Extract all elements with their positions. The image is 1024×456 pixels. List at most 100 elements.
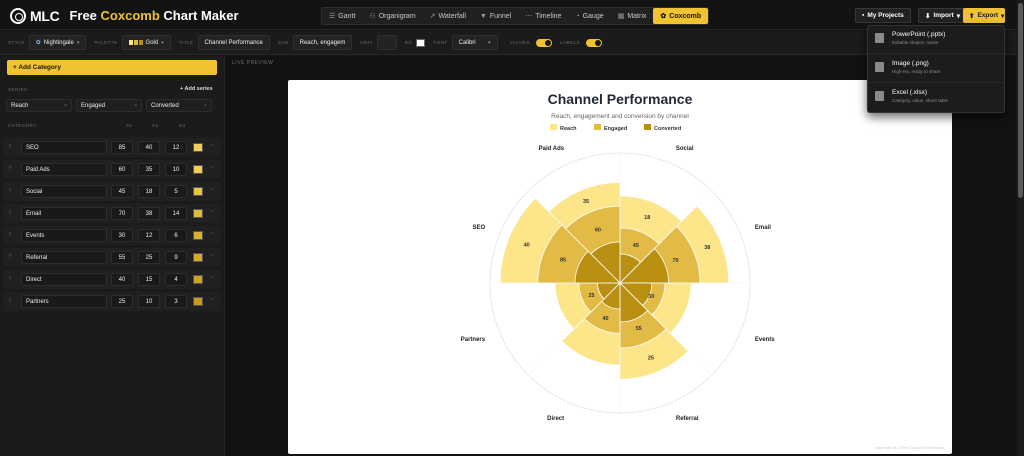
category-color-swatch[interactable] [193,253,203,262]
value-input-s3[interactable]: 5 [165,185,187,198]
subtitle-input[interactable]: Reach, engagem [292,35,353,50]
category-row[interactable]: ⠿ Social 45 18 5 × [3,182,221,201]
value-input-s1[interactable]: 55 [111,251,133,264]
delete-icon[interactable]: × [211,253,214,259]
remove-icon[interactable]: × [64,103,67,109]
palette-select[interactable]: Gold ▾ [121,35,171,50]
value-input-s2[interactable]: 15 [138,273,160,286]
series-input-engaged[interactable]: Engaged × [76,99,142,112]
delete-icon[interactable]: × [211,297,214,303]
category-row[interactable]: ⠿ Partners 25 10 3 × [3,292,221,311]
logo[interactable]: MLC Free Coxcomb Chart Maker [10,7,239,24]
tab-timeline[interactable]: ⋯ Timeline [518,8,568,24]
tab-gantt[interactable]: ☰ Gantt [322,8,362,24]
category-row[interactable]: ⠿ Referral 55 25 9 × [3,248,221,267]
labels-toggle[interactable] [586,38,603,47]
delete-icon[interactable]: × [211,209,214,215]
category-row[interactable]: ⠿ Paid Ads 60 35 10 × [3,160,221,179]
category-color-swatch[interactable] [193,297,203,306]
value-input-s1[interactable]: 85 [111,141,133,154]
category-row[interactable]: ⠿ SEO 85 40 12 × [3,138,221,157]
value-input-s3[interactable]: 10 [165,163,187,176]
drag-handle-icon[interactable]: ⠿ [8,144,12,150]
category-row[interactable]: ⠿ Email 70 38 14 × [3,204,221,223]
value-input-s2[interactable]: 40 [138,141,160,154]
delete-icon[interactable]: × [211,231,214,237]
category-name-input[interactable]: Referral [21,251,107,264]
category-color-swatch[interactable] [193,143,203,152]
tab-funnel[interactable]: ▼ Funnel [473,8,518,24]
export-button[interactable]: ⬆ Export ▾ [963,8,1005,23]
category-name-input[interactable]: Events [21,229,107,242]
value-input-s1[interactable]: 45 [111,185,133,198]
font-select[interactable]: Calibri ▾ [451,35,498,50]
series-input-converted[interactable]: Converted × [146,99,212,112]
drag-handle-icon[interactable]: ⠿ [8,254,12,260]
style-select[interactable]: ✿ Nightingale ▾ [28,35,87,50]
value-input-s1[interactable]: 70 [111,207,133,220]
export-png-item[interactable]: Image (.png) High-res, ready to share [868,55,1004,83]
category-color-swatch[interactable] [193,275,203,284]
remove-icon[interactable]: × [134,103,137,109]
drag-handle-icon[interactable]: ⠿ [8,166,12,172]
add-category-button[interactable]: + Add Category [7,60,217,75]
value-input-s3[interactable]: 12 [165,141,187,154]
bg-color-picker[interactable] [416,38,426,47]
category-name-input[interactable]: Partners [21,295,107,308]
scrollbar-thumb[interactable] [1018,3,1023,198]
delete-icon[interactable]: × [211,187,214,193]
category-color-swatch[interactable] [193,209,203,218]
drag-handle-icon[interactable]: ⠿ [8,276,12,282]
tab-matrix[interactable]: ▦ Matrix [611,8,654,24]
value-input-s3[interactable]: 4 [165,273,187,286]
page-scrollbar[interactable] [1017,0,1024,456]
delete-icon[interactable]: × [211,275,214,281]
my-projects-button[interactable]: ▪ My Projects [855,8,911,23]
drag-handle-icon[interactable]: ⠿ [8,298,12,304]
value-input-s2[interactable]: 10 [138,295,160,308]
category-name-input[interactable]: Paid Ads [21,163,107,176]
category-color-swatch[interactable] [193,165,203,174]
tab-organigram[interactable]: ⚇ Organigram [362,8,422,24]
drag-handle-icon[interactable]: ⠿ [8,210,12,216]
value-input-s2[interactable]: 38 [138,207,160,220]
category-color-swatch[interactable] [193,231,203,240]
tab-coxcomb[interactable]: ✿ Coxcomb [653,8,709,24]
value-input-s3[interactable]: 9 [165,251,187,264]
value-input-s2[interactable]: 25 [138,251,160,264]
unit-input[interactable] [376,35,397,50]
value-input-s1[interactable]: 30 [111,229,133,242]
tab-waterfall[interactable]: ↗ Waterfall [423,8,473,24]
tab-funnel-label: Funnel [489,12,512,20]
category-name-input[interactable]: Direct [21,273,107,286]
category-name-input[interactable]: SEO [21,141,107,154]
value-input-s3[interactable]: 6 [165,229,187,242]
delete-icon[interactable]: × [211,165,214,171]
export-xlsx-item[interactable]: Excel (.xlsx) Category, value, share tabl… [868,84,1004,112]
add-series-button[interactable]: + Add series [180,86,213,92]
delete-icon[interactable]: × [211,143,214,149]
value-input-s2[interactable]: 35 [138,163,160,176]
value-input-s1[interactable]: 40 [111,273,133,286]
value-input-s2[interactable]: 12 [138,229,160,242]
value-input-s3[interactable]: 3 [165,295,187,308]
drag-handle-icon[interactable]: ⠿ [8,188,12,194]
tab-gauge[interactable]: ◔ Gauge [568,8,610,24]
category-name-input[interactable]: Email [21,207,107,220]
value-input-s2[interactable]: 18 [138,185,160,198]
category-row[interactable]: ⠿ Direct 40 15 4 × [3,270,221,289]
value-input-s1[interactable]: 25 [111,295,133,308]
category-color-swatch[interactable] [193,187,203,196]
drag-handle-icon[interactable]: ⠿ [8,232,12,238]
category-name-input[interactable]: Social [21,185,107,198]
value-input-s1[interactable]: 60 [111,163,133,176]
value-input-s3[interactable]: 14 [165,207,187,220]
title-input[interactable]: Channel Performance [197,35,270,50]
category-row[interactable]: ⠿ Events 30 12 6 × [3,226,221,245]
legend-label: Converted [654,126,681,132]
values-toggle[interactable] [536,38,553,47]
series-input-reach[interactable]: Reach × [6,99,72,112]
remove-icon[interactable]: × [204,103,207,109]
import-button[interactable]: ⬇ Import ▾ [918,8,967,23]
export-pptx-item[interactable]: PowerPoint (.pptx) Editable shapes, nativ… [868,26,1004,54]
